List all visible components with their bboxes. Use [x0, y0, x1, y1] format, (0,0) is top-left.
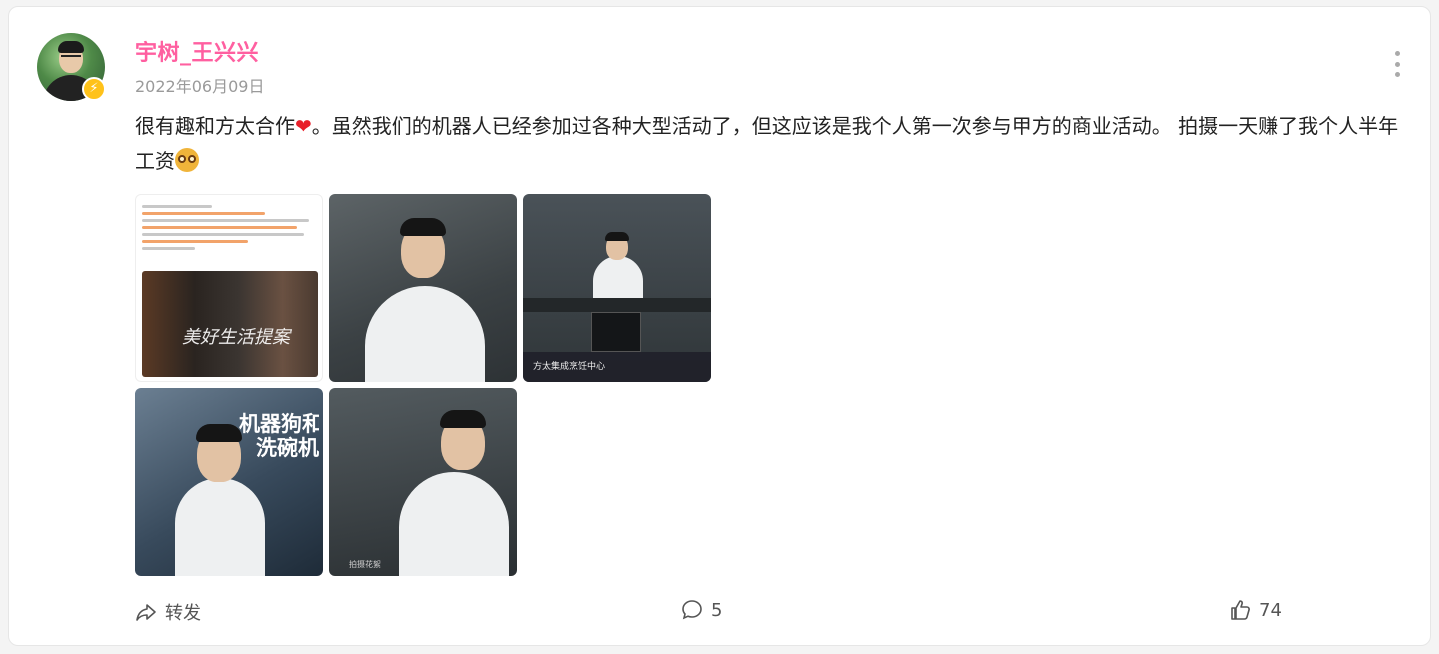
weibo-screenshot-text: [142, 201, 318, 254]
tile4-caption: 机器狗和 洗碗机: [239, 412, 319, 460]
comment-button[interactable]: 5: [681, 599, 722, 621]
oven: [591, 312, 641, 352]
share-button[interactable]: 转发: [135, 599, 201, 625]
post-text-part2: 。虽然我们的机器人已经参加过各种大型活动了，但这应该是我个人第一次参与甲方的商业…: [135, 114, 1399, 173]
share-icon: [136, 604, 156, 621]
image-thumbnail-3[interactable]: 方太集成烹饪中心: [523, 194, 711, 382]
author-name[interactable]: 宇树_王兴兴: [135, 35, 259, 67]
heart-emoji: ❤: [295, 114, 312, 138]
image-thumbnail-4[interactable]: 机器狗和 洗碗机: [135, 388, 323, 576]
cat-face-emoji-icon: [175, 148, 199, 172]
image-thumbnail-2[interactable]: [329, 194, 517, 382]
image-thumbnail-1[interactable]: 美好生活提案: [135, 194, 323, 382]
comment-count: 5: [711, 599, 723, 621]
post-text: 很有趣和方太合作❤。虽然我们的机器人已经参加过各种大型活动了，但这应该是我个人第…: [135, 109, 1405, 179]
verified-badge-lightning-icon: ⚡: [82, 77, 106, 101]
post-date: 2022年06月09日: [135, 77, 265, 96]
tile3-caption: 方太集成烹饪中心: [523, 352, 711, 382]
poster-image: 美好生活提案: [142, 271, 318, 377]
comment-icon: [682, 600, 702, 620]
share-label: 转发: [165, 603, 201, 624]
like-button[interactable]: 74: [1229, 599, 1282, 621]
thumbs-up-icon: [1231, 600, 1250, 620]
image-thumbnail-5[interactable]: 拍摄花絮: [329, 388, 517, 576]
post-card: ⚡ 宇树_王兴兴 2022年06月09日 很有趣和方太合作❤。虽然我们的机器人已…: [8, 6, 1431, 646]
more-options-icon[interactable]: [1394, 51, 1400, 77]
like-count: 74: [1259, 599, 1282, 621]
poster-caption: 美好生活提案: [182, 327, 290, 348]
post-text-part1: 很有趣和方太合作: [135, 114, 295, 138]
tile5-tag: 拍摄花絮: [349, 560, 381, 569]
